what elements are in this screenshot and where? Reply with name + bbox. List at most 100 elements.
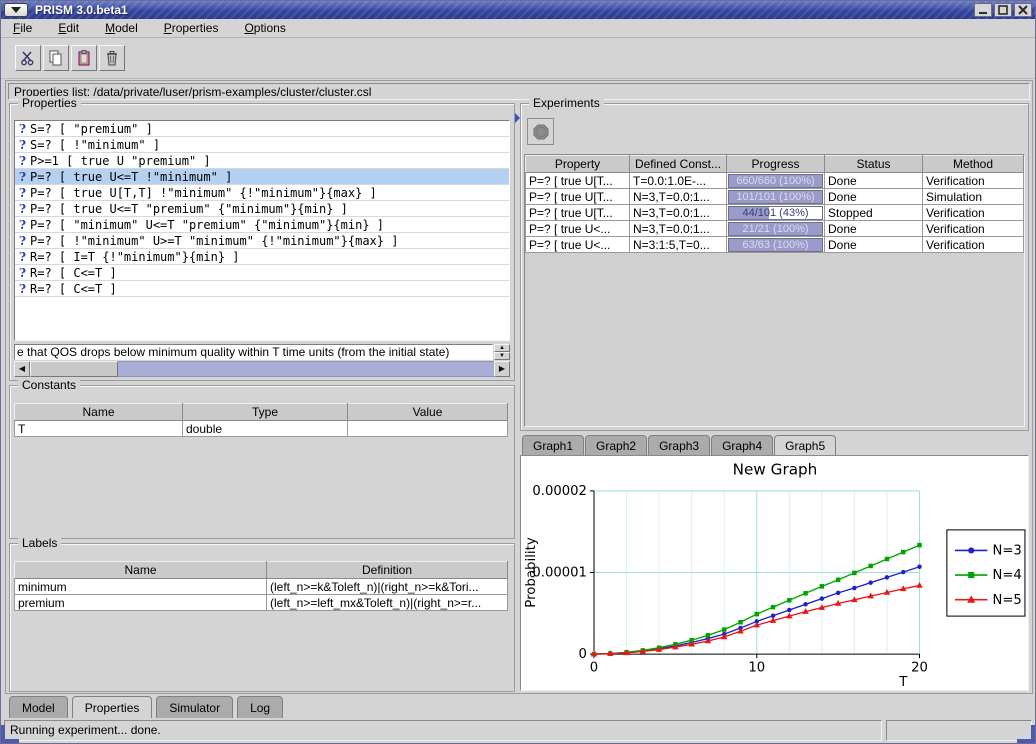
constant-name-cell[interactable]: T [15,421,183,437]
spinner-up-button[interactable]: ▲ [494,344,510,352]
property-item[interactable]: ?P=? [ "minimum" U<=T "premium" {"minimu… [15,217,509,233]
exp-status-cell[interactable]: Done [825,237,923,253]
label-name-cell[interactable]: premium [15,595,267,611]
close-button[interactable] [1014,3,1032,17]
exp-property-cell[interactable]: P=? [ true U[T... [526,173,630,189]
exp-constants-cell[interactable]: N=3,T=0.0:1... [630,189,727,205]
cut-button[interactable] [15,45,41,71]
menu-edit[interactable]: Edit [56,19,81,37]
property-item[interactable]: ?P>=1 [ true U "premium" ] [15,153,509,169]
graph-panel: Graph1Graph2Graph3Graph4Graph5 0102000.0… [520,435,1029,691]
property-item[interactable]: ?R=? [ C<=T ] [15,281,509,297]
exp-status-cell[interactable]: Stopped [825,205,923,221]
constants-row[interactable]: T double [15,421,508,437]
property-text: S=? [ "premium" ] [30,122,153,136]
experiment-row[interactable]: P=? [ true U[T... N=3,T=0.0:1... 44/101 … [526,205,1024,221]
label-row[interactable]: premium (left_n>=left_mx&Toleft_n)|(righ… [15,595,508,611]
property-item[interactable]: ?S=? [ !"minimum" ] [15,137,509,153]
maximize-icon [998,5,1008,15]
property-item[interactable]: ?R=? [ I=T {!"minimum"}{min} ] [15,249,509,265]
property-item[interactable]: ?S=? [ "premium" ] [15,121,509,137]
experiment-row[interactable]: P=? [ true U<... N=3:1:5,T=0... 63/63 (1… [526,237,1024,253]
svg-text:Probability: Probability [524,537,539,608]
property-item-selected[interactable]: ?P=? [ true U<=T !"minimum" ] [15,169,509,185]
svg-text:N=5: N=5 [993,593,1022,608]
exp-method-cell[interactable]: Verification [923,205,1024,221]
labels-col-definition: Definition [267,562,508,579]
constant-type-cell[interactable]: double [183,421,348,437]
tab-graph2[interactable]: Graph2 [585,435,647,455]
window-corner-grip[interactable] [1,739,19,743]
prism-window: PRISM 3.0.beta1 File Edit Model Properti… [0,0,1036,744]
exp-col-constants: Defined Const... [630,156,727,173]
exp-constants-cell[interactable]: N=3,T=0.0:1... [630,221,727,237]
exp-constants-cell[interactable]: N=3,T=0.0:1... [630,205,727,221]
status-bar: Running experiment... done. [4,720,1032,741]
paste-button[interactable] [71,45,97,71]
tab-simulator[interactable]: Simulator [156,696,233,718]
exp-col-progress: Progress [727,156,825,173]
tab-model[interactable]: Model [9,696,68,718]
exp-status-cell[interactable]: Done [825,221,923,237]
delete-button[interactable] [99,45,125,71]
experiment-row[interactable]: P=? [ true U<... N=3,T=0.0:1... 21/21 (1… [526,221,1024,237]
property-comment: e that QOS drops below minimum quality w… [14,344,493,360]
experiment-row[interactable]: P=? [ true U[T... T=0.0:1.0E-... 660/660… [526,173,1024,189]
property-item[interactable]: ?R=? [ C<=T ] [15,265,509,281]
label-definition-cell[interactable]: (left_n>=k&Toleft_n)|(right_n>=k&Tori... [267,579,508,595]
exp-property-cell[interactable]: P=? [ true U[T... [526,189,630,205]
property-item[interactable]: ?P=? [ true U<=T "premium" {"minimum"}{m… [15,201,509,217]
experiments-group-title: Experiments [529,96,604,110]
progress-text: 63/63 (100%) [729,239,822,251]
stop-experiment-button[interactable] [527,118,554,145]
menu-file[interactable]: File [11,19,34,37]
exp-status-cell[interactable]: Done [825,189,923,205]
scroll-track[interactable] [118,361,494,377]
exp-method-cell[interactable]: Verification [923,221,1024,237]
spinner-down-button[interactable]: ▼ [494,352,510,360]
label-name-cell[interactable]: minimum [15,579,267,595]
exp-constants-cell[interactable]: N=3:1:5,T=0... [630,237,727,253]
exp-property-cell[interactable]: P=? [ true U[T... [526,205,630,221]
svg-text:N=4: N=4 [993,568,1022,583]
properties-list: ?S=? [ "premium" ] ?S=? [ !"minimum" ] ?… [14,120,510,341]
chart-area: 0102000.000010.00002New GraphTProbabilit… [520,455,1029,691]
progress-bar: 44/101 (43%) [728,206,823,220]
label-definition-cell[interactable]: (left_n>=left_mx&Toleft_n)|(right_n>=r..… [267,595,508,611]
experiment-row[interactable]: P=? [ true U[T... N=3,T=0.0:1... 101/101… [526,189,1024,205]
window-menu-button[interactable] [4,3,28,17]
tab-properties[interactable]: Properties [72,696,153,718]
menu-properties[interactable]: Properties [162,19,221,37]
property-item[interactable]: ?P=? [ !"minimum" U>=T "minimum" {!"mini… [15,233,509,249]
tab-log[interactable]: Log [237,696,283,718]
exp-status-cell[interactable]: Done [825,173,923,189]
constant-value-cell[interactable] [348,421,508,437]
svg-text:N=3: N=3 [993,543,1022,558]
graph-tabs: Graph1Graph2Graph3Graph4Graph5 [522,435,837,455]
label-row[interactable]: minimum (left_n>=k&Toleft_n)|(right_n>=k… [15,579,508,595]
exp-method-cell[interactable]: Simulation [923,189,1024,205]
exp-method-cell[interactable]: Verification [923,237,1024,253]
tab-graph5[interactable]: Graph5 [774,435,836,455]
scroll-left-button[interactable]: ◀ [14,361,30,377]
labels-table: Name Definition minimum (left_n>=k&Tolef… [14,561,508,611]
property-text: P>=1 [ true U "premium" ] [30,154,211,168]
exp-property-cell[interactable]: P=? [ true U<... [526,237,630,253]
menu-model[interactable]: Model [103,19,140,37]
property-item[interactable]: ?P=? [ true U[T,T] !"minimum" {!"minimum… [15,185,509,201]
tab-graph4[interactable]: Graph4 [711,435,773,455]
scroll-right-button[interactable]: ▶ [494,361,510,377]
minimize-button[interactable] [974,3,992,17]
labels-group: Labels Name Definition minimum (left_n>=… [9,543,515,692]
question-icon: ? [15,186,30,200]
tab-graph3[interactable]: Graph3 [648,435,710,455]
copy-button[interactable] [43,45,69,71]
maximize-button[interactable] [994,3,1012,17]
exp-method-cell[interactable]: Verification [923,173,1024,189]
exp-property-cell[interactable]: P=? [ true U<... [526,221,630,237]
menu-options[interactable]: Options [242,19,287,37]
window-corner-grip[interactable] [1017,739,1035,743]
exp-constants-cell[interactable]: T=0.0:1.0E-... [630,173,727,189]
tab-graph1[interactable]: Graph1 [522,435,584,455]
scroll-thumb[interactable] [30,361,118,377]
